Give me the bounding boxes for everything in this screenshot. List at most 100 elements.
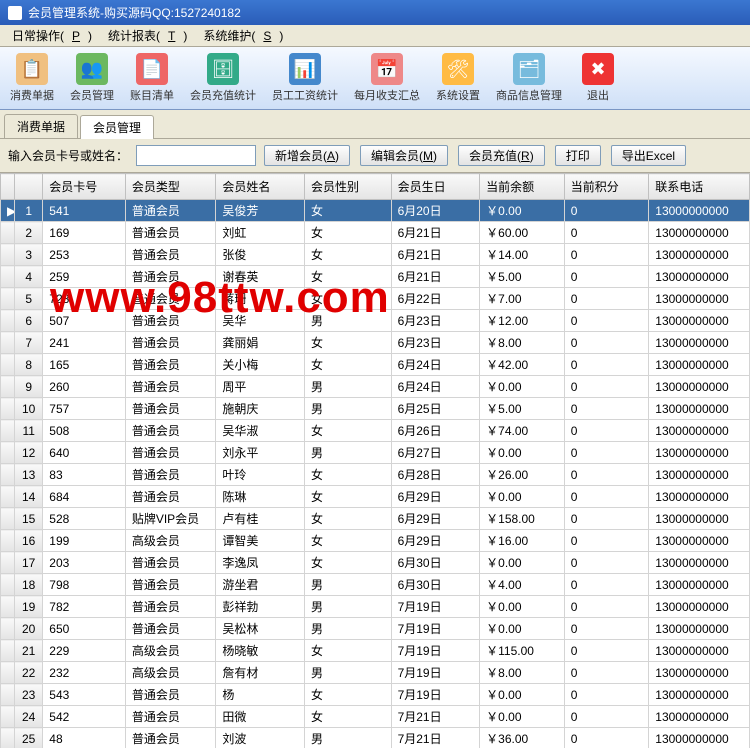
cell-pts: 0	[564, 266, 649, 288]
row-number: 7	[15, 332, 43, 354]
export-button[interactable]: 导出Excel	[611, 145, 686, 166]
menu-1[interactable]: 统计报表(T)	[100, 27, 195, 45]
cell-pts: 0	[564, 574, 649, 596]
row-pointer	[1, 266, 15, 288]
table-row[interactable]: 5728普通会员蒋珊女6月22日￥7.00013000000000	[1, 288, 750, 310]
cell-tel: 13000000000	[649, 200, 750, 222]
col-header-3[interactable]: 会员性别	[305, 174, 392, 200]
cell-name: 刘永平	[216, 442, 305, 464]
cell-pts: 0	[564, 662, 649, 684]
tool-monthly-summary[interactable]: 📅每月收支汇总	[350, 51, 424, 105]
table-row[interactable]: 9260普通会员周平男6月24日￥0.00013000000000	[1, 376, 750, 398]
cell-card: 241	[43, 332, 126, 354]
cell-type: 普通会员	[125, 354, 216, 376]
cell-tel: 13000000000	[649, 618, 750, 640]
table-row[interactable]: 14684普通会员陈琳女6月29日￥0.00013000000000	[1, 486, 750, 508]
cell-bal: ￥0.00	[480, 442, 565, 464]
cell-card: 253	[43, 244, 126, 266]
product-info-icon: 🗂	[513, 53, 545, 85]
col-header-6[interactable]: 当前积分	[564, 174, 649, 200]
table-row[interactable]: 11508普通会员吴华淑女6月26日￥74.00013000000000	[1, 420, 750, 442]
row-pointer	[1, 332, 15, 354]
table-row[interactable]: 12640普通会员刘永平男6月27日￥0.00013000000000	[1, 442, 750, 464]
table-row[interactable]: 24542普通会员田微女7月21日￥0.00013000000000	[1, 706, 750, 728]
tool-label: 系统设置	[436, 87, 480, 103]
search-input[interactable]	[136, 145, 256, 166]
cell-name: 蒋珊	[216, 288, 305, 310]
row-pointer	[1, 486, 15, 508]
col-header-5[interactable]: 当前余额	[480, 174, 565, 200]
cell-name: 谢春英	[216, 266, 305, 288]
cell-bday: 6月29日	[391, 508, 480, 530]
cell-type: 普通会员	[125, 376, 216, 398]
col-header-4[interactable]: 会员生日	[391, 174, 480, 200]
col-header-7[interactable]: 联系电话	[649, 174, 750, 200]
table-row[interactable]: 10757普通会员施朝庆男6月25日￥5.00013000000000	[1, 398, 750, 420]
row-pointer	[1, 618, 15, 640]
tool-recharge-stats[interactable]: 🗄会员充值统计	[186, 51, 260, 105]
cell-name: 吴松林	[216, 618, 305, 640]
cell-type: 普通会员	[125, 310, 216, 332]
tool-label: 商品信息管理	[496, 87, 562, 103]
edit-member-button[interactable]: 编辑会员(M)	[360, 145, 448, 166]
table-row[interactable]: 6507普通会员吴华男6月23日￥12.00013000000000	[1, 310, 750, 332]
data-grid[interactable]: www.98ttw.com 会员卡号会员类型会员姓名会员性别会员生日当前余额当前…	[0, 173, 750, 748]
table-row[interactable]: 16199高级会员谭智美女6月29日￥16.00013000000000	[1, 530, 750, 552]
cell-pts: 0	[564, 288, 649, 310]
cell-tel: 13000000000	[649, 332, 750, 354]
tool-account-list[interactable]: 📄账目清单	[126, 51, 178, 105]
table-row[interactable]: 7241普通会员龚丽娟女6月23日￥8.00013000000000	[1, 332, 750, 354]
cell-sex: 女	[305, 420, 392, 442]
cell-name: 吴华	[216, 310, 305, 332]
table-row[interactable]: 19782普通会员彭祥勃男7月19日￥0.00013000000000	[1, 596, 750, 618]
row-pointer: ▶	[1, 200, 15, 222]
menu-2[interactable]: 系统维护(S)	[195, 27, 291, 45]
table-row[interactable]: 8165普通会员关小梅女6月24日￥42.00013000000000	[1, 354, 750, 376]
table-row[interactable]: 23543普通会员杨女7月19日￥0.00013000000000	[1, 684, 750, 706]
cell-name: 游坐君	[216, 574, 305, 596]
print-button[interactable]: 打印	[555, 145, 601, 166]
tool-member-mgmt[interactable]: 👥会员管理	[66, 51, 118, 105]
tab-1[interactable]: 会员管理	[80, 115, 154, 139]
cell-tel: 13000000000	[649, 464, 750, 486]
cell-bal: ￥12.00	[480, 310, 565, 332]
cell-sex: 男	[305, 442, 392, 464]
table-row[interactable]: 21229高级会员杨晓敏女7月19日￥115.00013000000000	[1, 640, 750, 662]
col-header-0[interactable]: 会员卡号	[43, 174, 126, 200]
cell-card: 507	[43, 310, 126, 332]
cell-sex: 女	[305, 684, 392, 706]
tool-salary-stats[interactable]: 📊员工工资统计	[268, 51, 342, 105]
cell-bal: ￥16.00	[480, 530, 565, 552]
table-row[interactable]: ▶1541普通会员吴俊芳女6月20日￥0.00013000000000	[1, 200, 750, 222]
cell-pts: 0	[564, 200, 649, 222]
tool-sys-settings[interactable]: 🛠系统设置	[432, 51, 484, 105]
menu-0[interactable]: 日常操作(P)	[4, 27, 100, 45]
table-row[interactable]: 4259普通会员谢春英女6月21日￥5.00013000000000	[1, 266, 750, 288]
table-row[interactable]: 18798普通会员游坐君男6月30日￥4.00013000000000	[1, 574, 750, 596]
cell-pts: 0	[564, 442, 649, 464]
recharge-button[interactable]: 会员充值(R)	[458, 145, 545, 166]
table-row[interactable]: 20650普通会员吴松林男7月19日￥0.00013000000000	[1, 618, 750, 640]
table-row[interactable]: 17203普通会员李逸凤女6月30日￥0.00013000000000	[1, 552, 750, 574]
table-row[interactable]: 2169普通会员刘虹女6月21日￥60.00013000000000	[1, 222, 750, 244]
cell-name: 施朝庆	[216, 398, 305, 420]
add-member-button[interactable]: 新增会员(A)	[264, 145, 350, 166]
row-pointer	[1, 508, 15, 530]
table-row[interactable]: 22232高级会员詹有材男7月19日￥8.00013000000000	[1, 662, 750, 684]
cell-type: 普通会员	[125, 684, 216, 706]
cell-name: 龚丽娟	[216, 332, 305, 354]
table-row[interactable]: 1383普通会员叶玲女6月28日￥26.00013000000000	[1, 464, 750, 486]
col-header-2[interactable]: 会员姓名	[216, 174, 305, 200]
tool-product-info[interactable]: 🗂 商品信息管理	[492, 51, 566, 105]
cell-bday: 6月20日	[391, 200, 480, 222]
tool-exit[interactable]: ✖退出	[574, 51, 622, 105]
col-header-1[interactable]: 会员类型	[125, 174, 216, 200]
tab-0[interactable]: 消费单据	[4, 114, 78, 138]
row-number: 15	[15, 508, 43, 530]
cell-type: 普通会员	[125, 464, 216, 486]
tool-consume-bill[interactable]: 📋消费单据	[6, 51, 58, 105]
cell-tel: 13000000000	[649, 486, 750, 508]
cell-bday: 6月27日	[391, 442, 480, 464]
table-row[interactable]: 3253普通会员张俊女6月21日￥14.00013000000000	[1, 244, 750, 266]
table-row[interactable]: 15528贴牌VIP会员卢有桂女6月29日￥158.00013000000000	[1, 508, 750, 530]
